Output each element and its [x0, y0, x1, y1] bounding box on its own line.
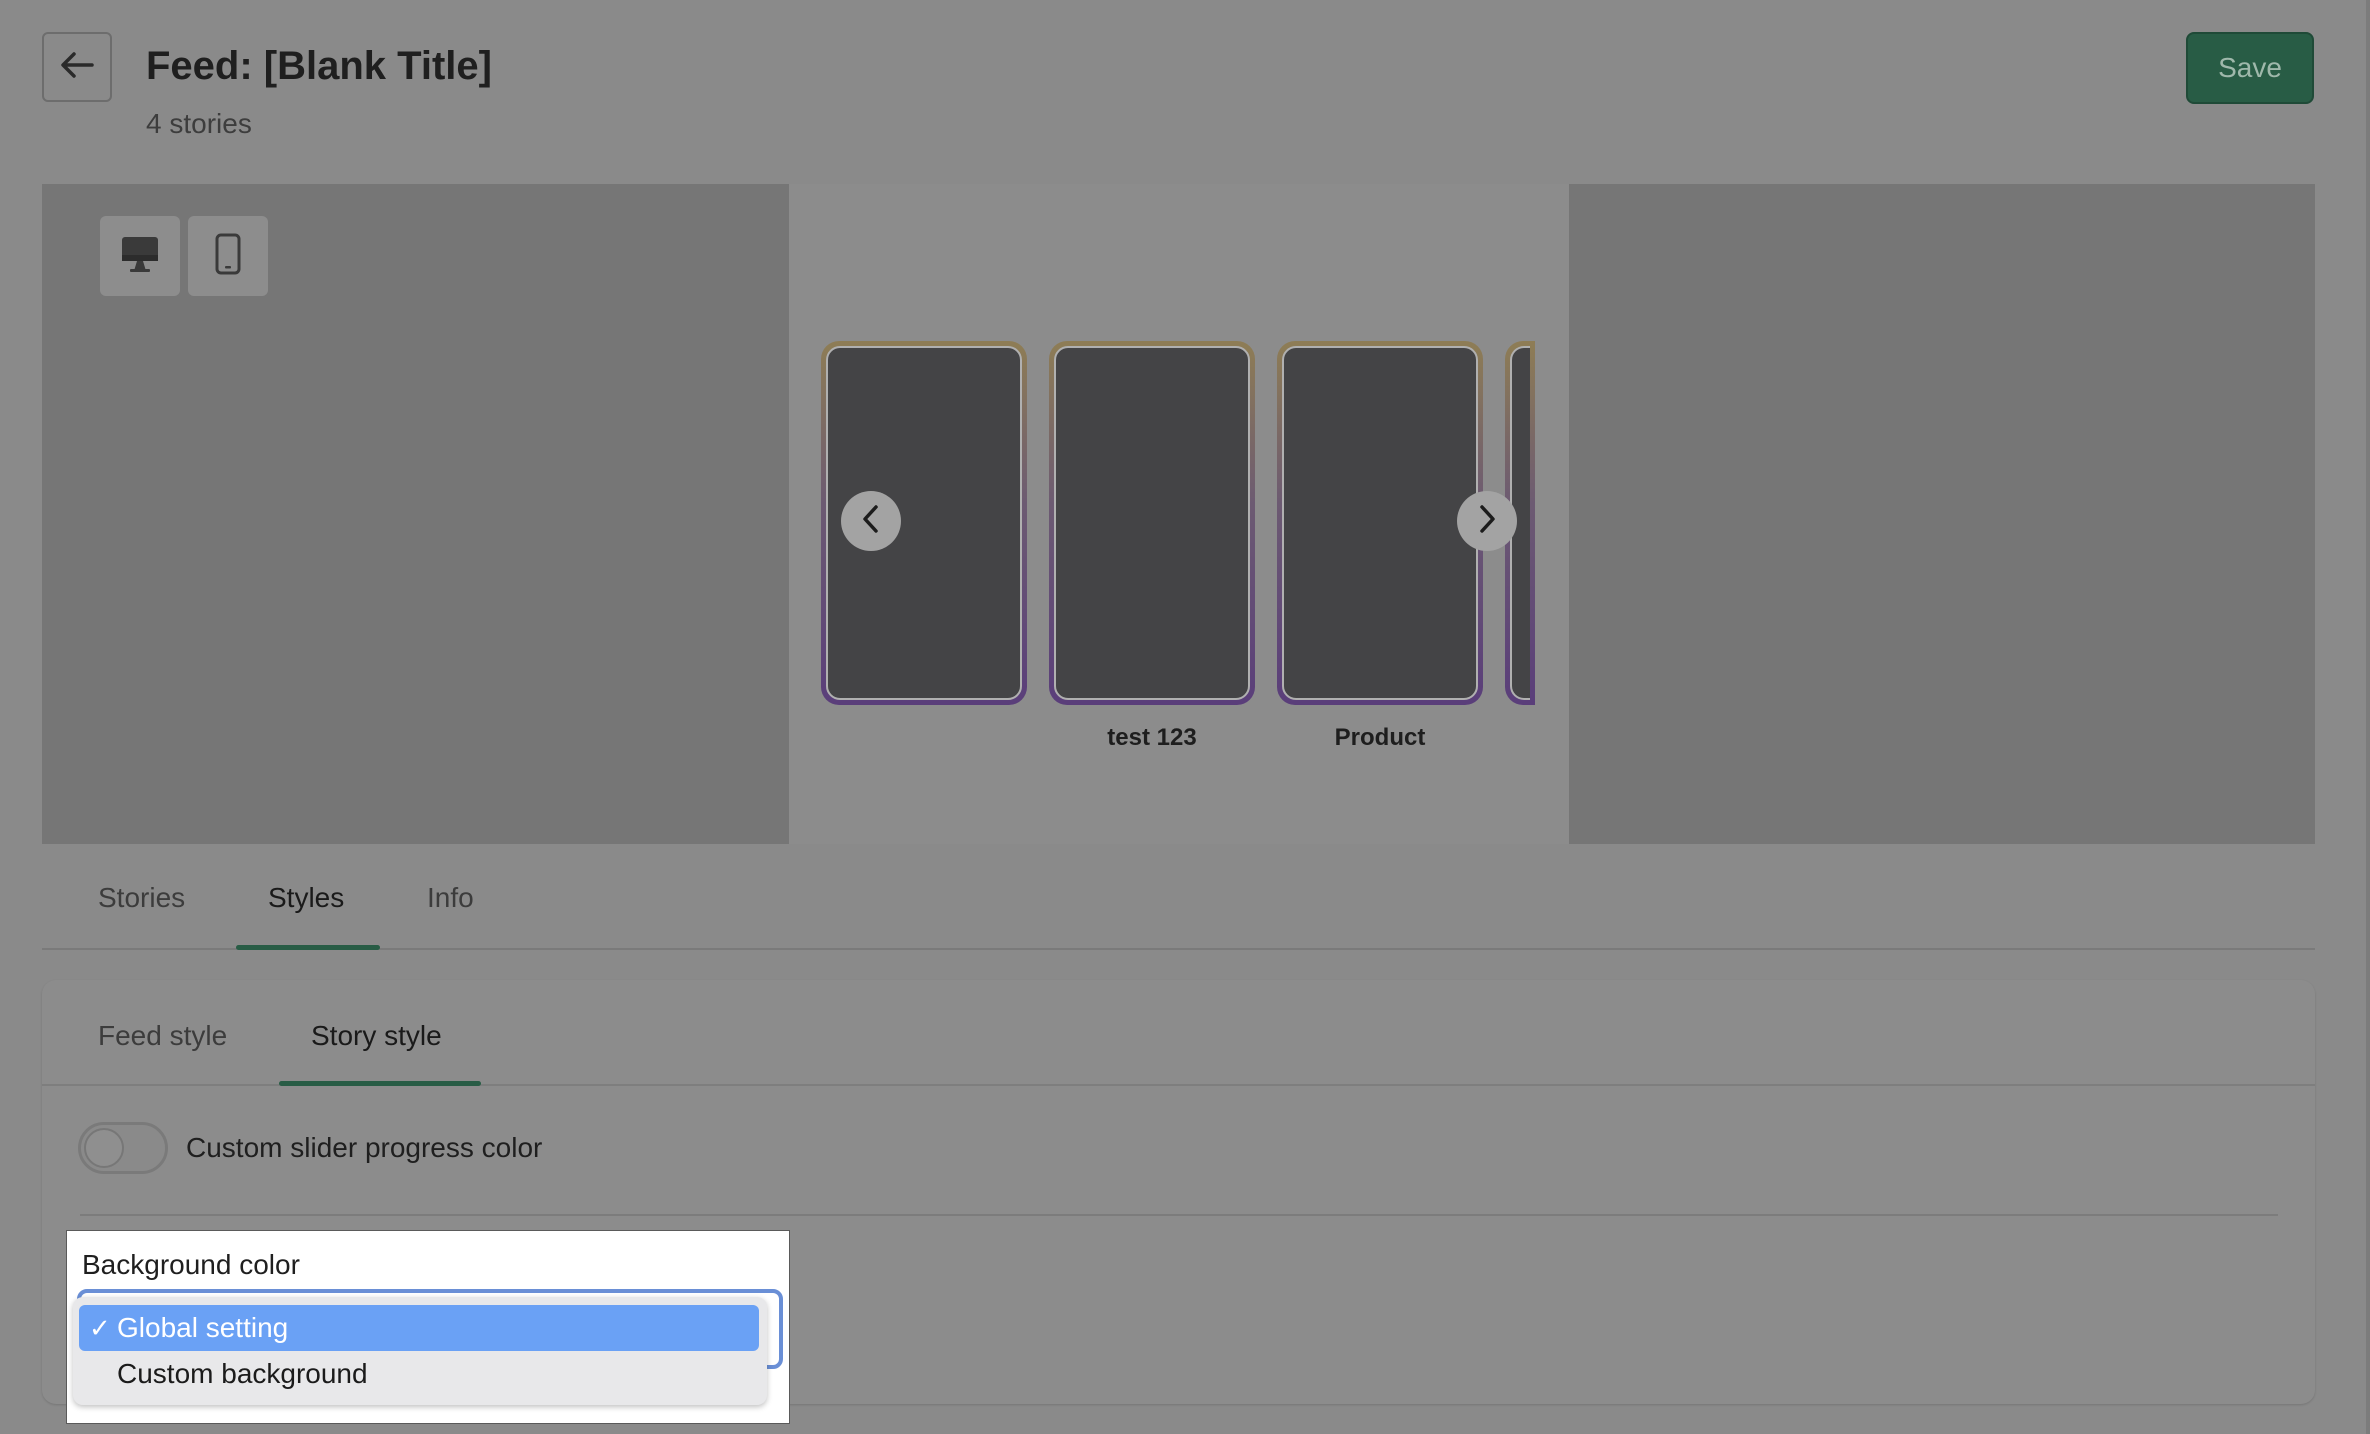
page-title: Feed: [Blank Title]: [146, 44, 492, 88]
active-subtab-indicator: [279, 1081, 481, 1086]
active-tab-indicator: [236, 945, 380, 950]
custom-slider-progress-color-label: Custom slider progress color: [186, 1132, 543, 1163]
tab-styles[interactable]: Styles: [268, 882, 344, 914]
story-carousel: test 123 Product: [789, 184, 1569, 844]
desktop-preview-button[interactable]: [100, 216, 180, 296]
mobile-preview-button[interactable]: [188, 216, 268, 296]
story-card[interactable]: [1277, 341, 1483, 705]
arrow-left-icon: [60, 51, 94, 84]
background-color-options: ✓ Global setting Custom background: [73, 1297, 767, 1405]
chevron-left-icon: [860, 504, 882, 539]
background-color-field: Background color ✓ Global setting Custom…: [66, 1230, 790, 1424]
chevron-right-icon: [1476, 504, 1498, 539]
custom-slider-progress-color-toggle[interactable]: [78, 1122, 168, 1174]
story-card[interactable]: [1049, 341, 1255, 705]
desktop-icon: [120, 235, 160, 278]
divider: [80, 1214, 2278, 1216]
tab-story-style[interactable]: Story style: [311, 1020, 442, 1052]
story-label: test 123: [1107, 724, 1197, 751]
feed-preview: test 123 Product: [42, 184, 2315, 844]
toggle-knob: [84, 1128, 124, 1168]
style-subtabs: Feed style Story style: [42, 980, 2315, 1086]
option-label: Global setting: [117, 1312, 289, 1343]
checkmark-icon: ✓: [89, 1313, 111, 1343]
background-color-label: Background color: [82, 1249, 300, 1280]
tab-info[interactable]: Info: [427, 882, 474, 914]
story-count: 4 stories: [146, 108, 252, 139]
mobile-icon: [214, 233, 242, 280]
save-button[interactable]: Save: [2186, 32, 2314, 104]
tab-stories[interactable]: Stories: [98, 882, 185, 914]
tab-feed-style[interactable]: Feed style: [98, 1020, 227, 1052]
back-button[interactable]: [42, 32, 112, 102]
main-tabs: Stories Styles Info: [42, 862, 2315, 950]
carousel-next-button[interactable]: [1457, 491, 1517, 551]
option-global-setting[interactable]: ✓ Global setting: [79, 1305, 759, 1351]
page-scrollbar[interactable]: [2366, 0, 2370, 1434]
carousel-prev-button[interactable]: [841, 491, 901, 551]
story-label: Product: [1334, 724, 1426, 751]
option-custom-background[interactable]: Custom background: [79, 1351, 759, 1397]
option-label: Custom background: [117, 1358, 368, 1389]
